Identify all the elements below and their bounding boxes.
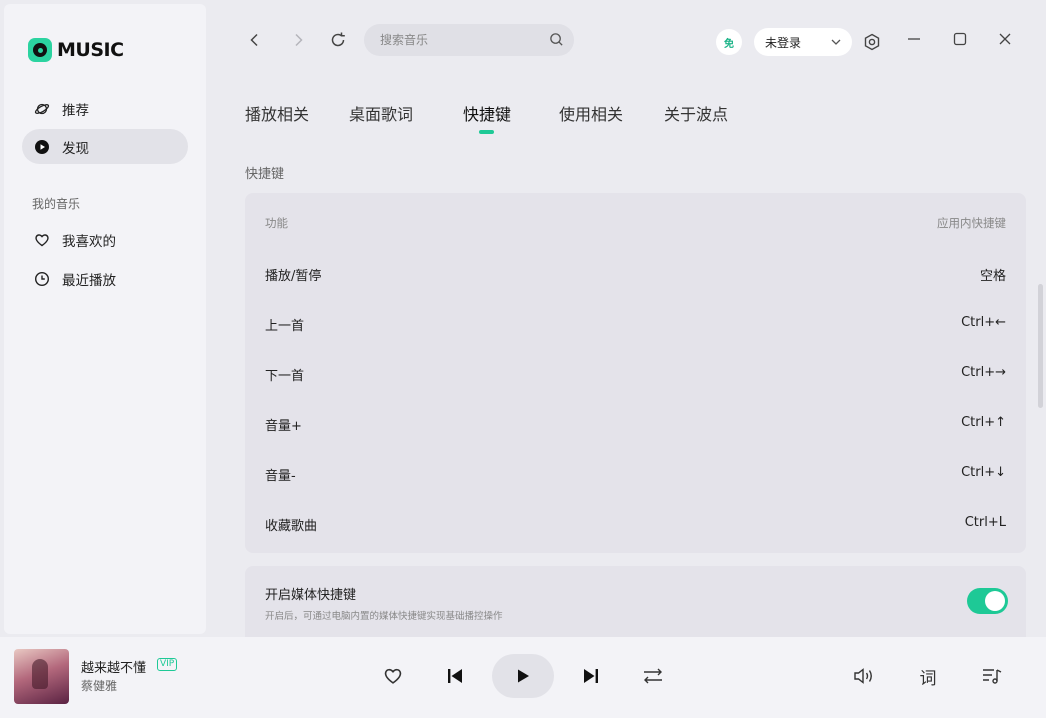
sidebar-item-label: 最近播放 [62, 272, 116, 289]
play-button[interactable] [492, 654, 554, 698]
sidebar-item-discover[interactable]: 发现 [22, 129, 188, 164]
function-cell: 下一首 [265, 369, 305, 384]
forward-button[interactable] [286, 28, 310, 52]
gear-icon [864, 33, 880, 51]
sidebar-item-label: 发现 [62, 140, 89, 157]
volume-icon [854, 668, 872, 684]
login-label: 未登录 [765, 35, 802, 50]
playlist-button[interactable] [980, 665, 1004, 687]
table-row: 音量- Ctrl+↓ [265, 465, 1006, 484]
my-music-label: 我的音乐 [32, 197, 81, 211]
table-row: 下一首 Ctrl+→ [265, 365, 1006, 384]
next-button[interactable] [580, 665, 602, 687]
close-icon [999, 33, 1011, 45]
refresh-button[interactable] [326, 28, 350, 52]
chevron-left-icon [250, 33, 258, 47]
scrollbar[interactable] [1038, 284, 1043, 408]
skip-next-icon [584, 669, 598, 683]
planet-icon [34, 103, 50, 114]
minimize-icon [908, 38, 920, 40]
key-cell: Ctrl+↑ [961, 415, 1006, 430]
playlist-icon [983, 669, 1002, 684]
function-cell: 音量+ [265, 419, 302, 434]
table-header: 功能 应用内快捷键 [265, 215, 1006, 231]
chevron-right-icon [295, 33, 303, 47]
function-cell: 音量- [265, 469, 296, 484]
settings-button[interactable] [860, 30, 884, 54]
lyrics-button[interactable]: 词 [916, 664, 940, 689]
column-header-function: 功能 [265, 216, 288, 230]
function-cell: 收藏歌曲 [265, 519, 318, 534]
table-row: 播放/暂停 空格 [265, 265, 1006, 284]
sidebar-item-recent[interactable]: 最近播放 [22, 261, 188, 296]
search-input[interactable] [380, 33, 540, 47]
sidebar-item-label: 推荐 [62, 102, 89, 119]
column-header-shortcut: 应用内快捷键 [937, 216, 1006, 230]
function-cell: 播放/暂停 [265, 269, 322, 284]
like-button[interactable] [382, 665, 404, 687]
media-keys-title: 开启媒体快捷键 [265, 588, 357, 603]
maximize-button[interactable] [948, 27, 972, 51]
logo-icon [28, 38, 52, 62]
close-button[interactable] [993, 27, 1017, 51]
function-cell: 上一首 [265, 319, 305, 334]
tab-usage[interactable]: 使用相关 [559, 101, 623, 125]
section-heading: 快捷键 [245, 167, 285, 182]
media-keys-toggle[interactable] [967, 588, 1008, 614]
media-keys-description: 开启后，可通过电脑内置的媒体快捷键实现基础播控操作 [265, 611, 503, 622]
song-title[interactable]: 越来越不懂 [81, 657, 146, 676]
key-cell: Ctrl+L [964, 515, 1006, 530]
shortcut-table: 功能 应用内快捷键 播放/暂停 空格 上一首 Ctrl+← 下一首 Ctrl+→… [245, 193, 1026, 553]
active-tab-indicator [479, 130, 494, 134]
logo-text: MUSIC [57, 39, 124, 61]
previous-button[interactable] [444, 665, 466, 687]
refresh-icon [331, 32, 345, 47]
app-logo[interactable]: MUSIC [28, 38, 124, 62]
key-cell: 空格 [979, 269, 1006, 284]
play-mode-button[interactable] [641, 665, 665, 687]
tab-playback[interactable]: 播放相关 [245, 101, 309, 125]
minimize-button[interactable] [902, 27, 926, 51]
tab-shortcuts[interactable]: 快捷键 [463, 101, 511, 125]
key-cell: Ctrl+→ [961, 365, 1006, 380]
table-row: 上一首 Ctrl+← [265, 315, 1006, 334]
play-circle-icon [35, 139, 49, 154]
search-icon[interactable] [549, 32, 564, 47]
clock-icon [34, 271, 50, 286]
sidebar-item-recommend[interactable]: 推荐 [22, 91, 188, 126]
player-bar: 越来越不懂 VIP 蔡健雅 词 [0, 637, 1046, 718]
volume-button[interactable] [852, 665, 876, 687]
vip-badge: VIP [157, 658, 178, 671]
search-box[interactable] [364, 24, 574, 56]
back-button[interactable] [243, 28, 267, 52]
sequential-mode-icon [644, 668, 662, 684]
album-cover[interactable] [14, 649, 69, 704]
sidebar: MUSIC 推荐 发现 我的音乐 我喜欢的 最近播放 [4, 4, 206, 634]
maximize-icon [953, 32, 967, 46]
media-keys-setting: 开启媒体快捷键 开启后，可通过电脑内置的媒体快捷键实现基础播控操作 [245, 566, 1026, 646]
tab-about[interactable]: 关于波点 [664, 101, 728, 125]
heart-icon [384, 668, 402, 684]
artist-name[interactable]: 蔡健雅 [81, 677, 117, 694]
tab-desktop-lyrics[interactable]: 桌面歌词 [349, 101, 413, 125]
skip-previous-icon [448, 669, 462, 683]
table-row: 音量+ Ctrl+↑ [265, 415, 1006, 434]
login-dropdown[interactable]: 未登录 [754, 28, 852, 56]
key-cell: Ctrl+← [961, 315, 1006, 330]
chevron-down-icon [831, 39, 841, 45]
table-row: 收藏歌曲 Ctrl+L [265, 515, 1006, 534]
sidebar-item-favorites[interactable]: 我喜欢的 [22, 222, 188, 257]
key-cell: Ctrl+↓ [961, 465, 1006, 480]
play-icon [518, 669, 529, 683]
sidebar-item-label: 我喜欢的 [62, 233, 116, 250]
heart-icon [35, 233, 49, 246]
free-badge[interactable]: 免 [716, 29, 742, 55]
